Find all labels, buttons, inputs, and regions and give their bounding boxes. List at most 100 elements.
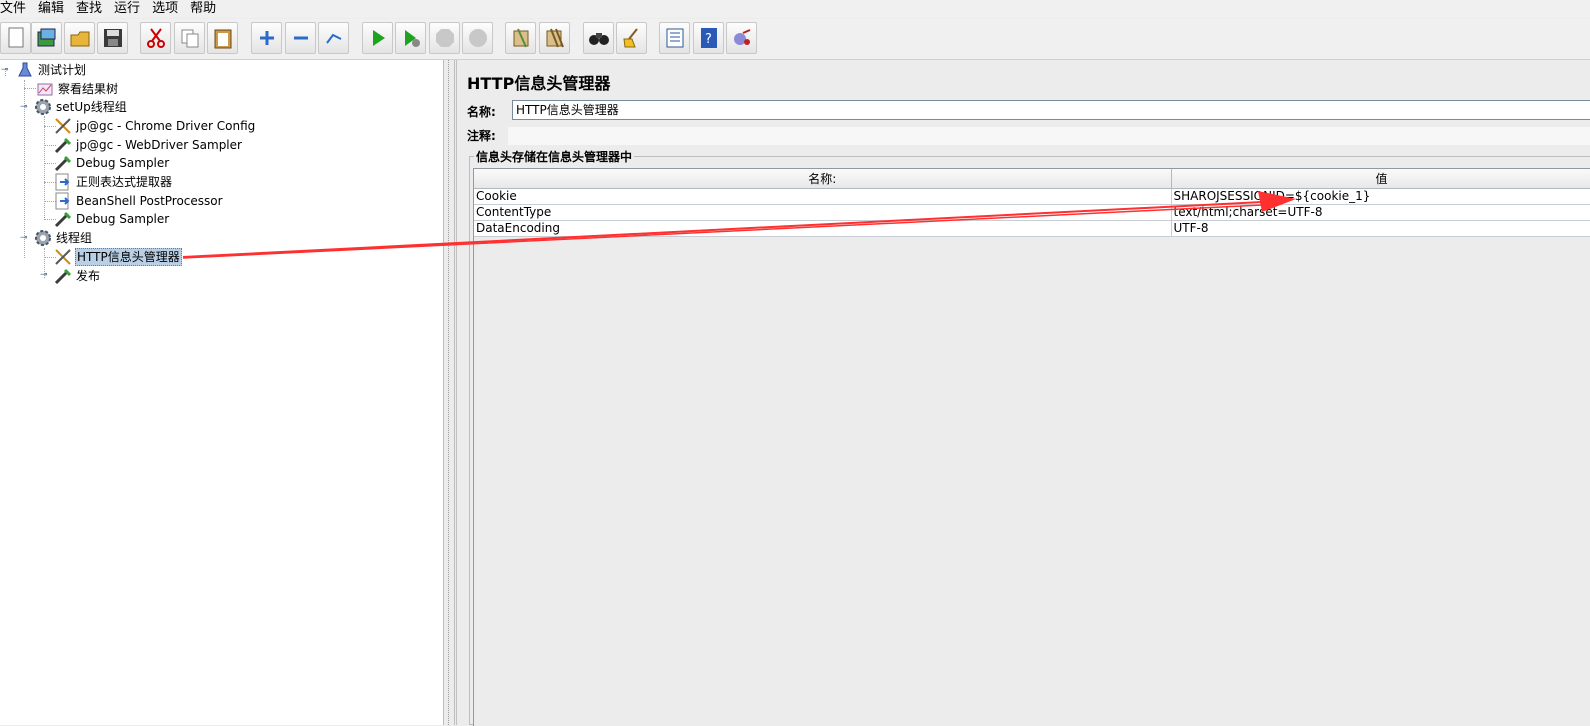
tree-node-label: 测试计划 bbox=[38, 63, 87, 77]
open-button[interactable] bbox=[64, 22, 95, 54]
tree-node-label: 正则表达式提取器 bbox=[76, 175, 173, 189]
postprocessor-icon bbox=[54, 192, 72, 210]
tree-node-debug-sampler[interactable]: Debug Sampler bbox=[54, 154, 170, 172]
splitter-grip[interactable] bbox=[448, 60, 451, 725]
sampler-icon bbox=[54, 136, 72, 154]
table-row[interactable]: Cookie SHAROJSESSIONID=${cookie_1} bbox=[474, 188, 1590, 205]
thread-group-icon bbox=[34, 229, 52, 247]
table-header-row: 名称: 值 bbox=[474, 169, 1590, 189]
page-title: HTTP信息头管理器 bbox=[467, 74, 611, 93]
header-name-cell[interactable]: Cookie bbox=[474, 188, 1172, 205]
tree-node-label: 察看结果树 bbox=[58, 82, 119, 96]
headers-group-title: 信息头存储在信息头管理器中 bbox=[474, 148, 635, 165]
menu-search[interactable]: 查找 bbox=[76, 1, 108, 17]
start-icon bbox=[372, 30, 385, 46]
headers-table-area: 名称: 值 Cookie SHAROJSESSIONID=${cookie_1}… bbox=[473, 168, 1590, 726]
tree-node-publish[interactable]: 发布 bbox=[54, 267, 101, 285]
function-helper-button[interactable] bbox=[659, 22, 690, 54]
table-row[interactable]: DataEncoding UTF-8 bbox=[474, 220, 1590, 237]
reset-search-button[interactable] bbox=[616, 22, 647, 54]
shutdown-button[interactable] bbox=[462, 22, 493, 54]
remote-button[interactable] bbox=[726, 22, 757, 54]
postprocessor-icon bbox=[54, 173, 72, 191]
tree-node-http-header-manager[interactable]: HTTP信息头管理器 bbox=[54, 248, 182, 266]
tree-node-thread-group[interactable]: 线程组 bbox=[34, 229, 93, 247]
tree-node-webdriver-sampler[interactable]: jp@gc - WebDriver Sampler bbox=[54, 136, 243, 154]
tree-node-beanshell-postprocessor[interactable]: BeanShell PostProcessor bbox=[54, 192, 224, 210]
svg-text:?: ? bbox=[705, 32, 712, 47]
stop-button[interactable] bbox=[429, 22, 460, 54]
collapse-toggle-icon[interactable]: ⊸ bbox=[20, 234, 29, 243]
panel-splitter[interactable] bbox=[443, 60, 455, 725]
header-value-cell[interactable]: SHAROJSESSIONID=${cookie_1} bbox=[1171, 188, 1590, 205]
expand-icon bbox=[259, 31, 274, 45]
tree-node-setup-thread-group[interactable]: setUp线程组 bbox=[34, 98, 128, 116]
new-button[interactable] bbox=[0, 22, 31, 54]
header-manager-panel: HTTP信息头管理器 名称: HTTP信息头管理器 注释: 信息头存储在信息头管… bbox=[456, 60, 1590, 726]
menu-options[interactable]: 选项 bbox=[152, 1, 184, 17]
test-plan-tree: ⊸ ⊸ ⊸ ⊸ 测试计划 察看结果树 setUp线程组 jp@gc - Chro… bbox=[0, 60, 443, 725]
start-no-pause-button[interactable] bbox=[395, 22, 426, 54]
new-icon bbox=[8, 27, 23, 48]
column-header-value[interactable]: 值 bbox=[1171, 169, 1590, 189]
expand-button[interactable] bbox=[251, 22, 282, 54]
clear-icon bbox=[513, 28, 528, 48]
start-no-pause-icon bbox=[404, 30, 420, 47]
config-icon bbox=[54, 248, 72, 266]
test-plan-icon bbox=[16, 61, 34, 79]
header-name-cell[interactable]: DataEncoding bbox=[474, 220, 1172, 237]
tree-guide-line bbox=[24, 88, 36, 89]
tree-node-regex-extractor[interactable]: 正则表达式提取器 bbox=[54, 173, 173, 191]
name-label: 名称: bbox=[467, 104, 496, 119]
tree-node-debug-sampler-2[interactable]: Debug Sampler bbox=[54, 210, 170, 228]
header-value-cell[interactable]: UTF-8 bbox=[1171, 220, 1590, 237]
copy-button[interactable] bbox=[174, 22, 205, 54]
start-button[interactable] bbox=[362, 22, 393, 54]
tree-node-chrome-driver-config[interactable]: jp@gc - Chrome Driver Config bbox=[54, 117, 256, 135]
help-button[interactable]: ? bbox=[693, 22, 724, 54]
header-value-cell[interactable]: text/html;charset=UTF-8 bbox=[1171, 204, 1590, 221]
comment-field[interactable] bbox=[507, 126, 1590, 146]
comment-label: 注释: bbox=[467, 128, 496, 143]
tree-node-label: HTTP信息头管理器 bbox=[75, 248, 182, 266]
header-name-cell[interactable]: ContentType bbox=[474, 204, 1172, 221]
name-field[interactable]: HTTP信息头管理器 bbox=[512, 100, 1590, 120]
save-button[interactable] bbox=[97, 22, 128, 54]
paste-button[interactable] bbox=[207, 22, 238, 54]
tree-node-test-plan[interactable]: 测试计划 bbox=[16, 61, 87, 79]
templates-button[interactable] bbox=[31, 22, 62, 54]
tree-node-label: jp@gc - WebDriver Sampler bbox=[76, 138, 242, 152]
toolbar: ? bbox=[0, 19, 1590, 60]
tree-node-view-results-tree[interactable]: 察看结果树 bbox=[36, 80, 119, 98]
templates-icon bbox=[37, 28, 55, 47]
config-icon bbox=[54, 117, 72, 135]
collapse-toggle-icon[interactable]: ⊸ bbox=[1, 66, 10, 75]
clear-button[interactable] bbox=[505, 22, 536, 54]
stop-icon bbox=[435, 29, 454, 47]
tree-node-label: setUp线程组 bbox=[56, 100, 127, 114]
cut-button[interactable] bbox=[140, 22, 171, 54]
column-header-name[interactable]: 名称: bbox=[474, 169, 1172, 189]
toggle-button[interactable] bbox=[318, 22, 349, 54]
tree-node-label: Debug Sampler bbox=[76, 156, 170, 170]
clear-all-button[interactable] bbox=[539, 22, 570, 54]
menu-run[interactable]: 运行 bbox=[114, 1, 146, 17]
sampler-icon bbox=[54, 210, 72, 228]
headers-table: 名称: 值 Cookie SHAROJSESSIONID=${cookie_1}… bbox=[474, 169, 1590, 237]
open-icon bbox=[70, 31, 89, 47]
menu-file[interactable]: 文件 bbox=[0, 1, 32, 17]
tree-node-label: jp@gc - Chrome Driver Config bbox=[76, 119, 256, 133]
expand-toggle-icon[interactable]: ⊸ bbox=[40, 271, 49, 280]
menu-help[interactable]: 帮助 bbox=[190, 1, 222, 17]
search-button[interactable] bbox=[583, 22, 614, 54]
thread-group-icon bbox=[34, 98, 52, 116]
sampler-icon bbox=[54, 267, 72, 285]
cut-icon bbox=[146, 28, 165, 48]
collapse-button[interactable] bbox=[285, 22, 316, 54]
remote-icon bbox=[733, 29, 750, 45]
menu-edit[interactable]: 编辑 bbox=[38, 1, 70, 17]
collapse-toggle-icon[interactable]: ⊸ bbox=[20, 103, 29, 112]
tree-node-label: 线程组 bbox=[56, 231, 93, 245]
table-row[interactable]: ContentType text/html;charset=UTF-8 bbox=[474, 204, 1590, 221]
tree-guide-line bbox=[44, 116, 45, 220]
